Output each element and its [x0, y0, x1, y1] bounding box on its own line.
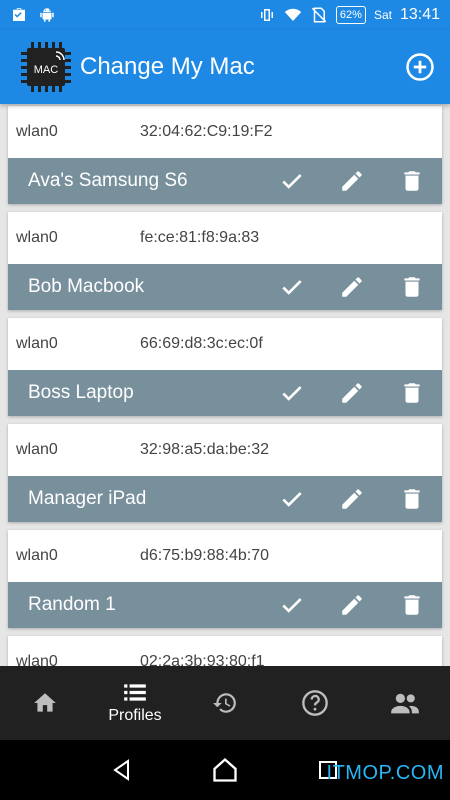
chip-logo-icon: MAC	[18, 39, 74, 95]
briefcase-check-icon	[13, 8, 25, 21]
wifi-icon	[284, 8, 302, 21]
watermark: ITMOP.COM	[326, 762, 444, 784]
profile-card-footer: Boss Laptop	[8, 370, 442, 416]
delete-profile-button[interactable]	[382, 370, 442, 416]
apply-profile-button[interactable]	[262, 158, 322, 204]
trash-icon	[404, 489, 420, 509]
trash-icon	[404, 171, 420, 191]
app-bar: MAC Change My Mac	[0, 30, 450, 104]
mac-address: 66:69:d8:3c:ec:0f	[140, 335, 263, 352]
check-icon	[282, 386, 302, 401]
check-icon	[282, 280, 302, 295]
status-day: Sat	[373, 8, 392, 22]
people-icon	[391, 693, 419, 714]
nav-help[interactable]	[270, 666, 360, 740]
mac-address: d6:75:b9:88:4b:70	[140, 547, 270, 564]
profile-card: wlan0 66:69:d8:3c:ec:0f Boss Laptop	[8, 318, 442, 416]
profile-name: Random 1	[28, 594, 116, 615]
pencil-icon	[342, 383, 362, 403]
status-time: 13:41	[399, 6, 440, 23]
delete-profile-button[interactable]	[382, 264, 442, 310]
apply-profile-button[interactable]	[262, 370, 322, 416]
profile-card-details: wlan0 32:98:a5:da:be:32	[8, 424, 442, 476]
add-profile-button[interactable]	[400, 47, 440, 87]
profile-card-details: wlan0 32:04:62:C9:19:F2	[8, 106, 442, 158]
nav-people[interactable]	[360, 666, 450, 740]
list-icon	[124, 684, 146, 701]
check-icon	[282, 492, 302, 507]
nav-history[interactable]	[180, 666, 270, 740]
edit-profile-button[interactable]	[322, 476, 382, 522]
status-bar: 62% Sat 13:41	[0, 0, 450, 30]
nav-home[interactable]	[0, 666, 90, 740]
apply-profile-button[interactable]	[262, 582, 322, 628]
profile-name: Manager iPad	[28, 488, 147, 509]
edit-profile-button[interactable]	[322, 158, 382, 204]
profile-name: Ava's Samsung S6	[28, 170, 188, 191]
profile-card: wlan0 32:04:62:C9:19:F2 Ava's Samsung S6	[8, 106, 442, 204]
interface-name: wlan0	[16, 123, 58, 140]
delete-profile-button[interactable]	[382, 582, 442, 628]
pencil-icon	[342, 595, 362, 615]
home-button[interactable]	[205, 750, 245, 790]
pencil-icon	[342, 489, 362, 509]
interface-name: wlan0	[16, 441, 58, 458]
edit-profile-button[interactable]	[322, 370, 382, 416]
profile-name: Boss Laptop	[28, 382, 134, 403]
trash-icon	[404, 277, 420, 297]
back-button[interactable]	[102, 750, 142, 790]
profile-card-footer: Ava's Samsung S6	[8, 158, 442, 204]
trash-icon	[404, 383, 420, 403]
mac-address: 32:98:a5:da:be:32	[140, 441, 270, 458]
home-outline-icon	[213, 757, 237, 782]
pencil-icon	[342, 171, 362, 191]
trash-icon	[404, 595, 420, 615]
profile-card: wlan0 d6:75:b9:88:4b:70 Random 1	[8, 530, 442, 628]
profile-list[interactable]: wlan0 32:04:62:C9:19:F2 Ava's Samsung S6…	[0, 104, 450, 666]
interface-name: wlan0	[16, 547, 58, 564]
svg-text:MAC: MAC	[34, 64, 59, 76]
home-icon	[34, 693, 56, 712]
add-circle-icon	[406, 53, 434, 81]
back-triangle-icon	[112, 759, 129, 781]
no-sim-icon	[311, 7, 327, 23]
help-icon	[302, 690, 328, 716]
profile-card-details: wlan0 02:2a:3b:93:80:f1	[8, 636, 442, 666]
interface-name: wlan0	[16, 653, 58, 666]
profile-card-details: wlan0 66:69:d8:3c:ec:0f	[8, 318, 442, 370]
edit-profile-button[interactable]	[322, 264, 382, 310]
delete-profile-button[interactable]	[382, 158, 442, 204]
apply-profile-button[interactable]	[262, 476, 322, 522]
check-icon	[282, 174, 302, 189]
interface-name: wlan0	[16, 229, 58, 246]
history-icon	[213, 693, 236, 713]
profile-card: wlan0 02:2a:3b:93:80:f1	[8, 636, 442, 666]
mac-address: fe:ce:81:f8:9a:83	[140, 229, 260, 246]
profile-card-footer: Random 1	[8, 582, 442, 628]
nav-profiles-label: Profiles	[108, 707, 162, 724]
profile-card-footer: Bob Macbook	[8, 264, 442, 310]
mac-address: 32:04:62:C9:19:F2	[140, 123, 273, 140]
check-icon	[282, 598, 302, 613]
app-title: Change My Mac	[80, 53, 255, 80]
profile-card: wlan0 32:98:a5:da:be:32 Manager iPad	[8, 424, 442, 522]
apply-profile-button[interactable]	[262, 264, 322, 310]
battery-indicator: 62%	[335, 6, 366, 24]
profile-name: Bob Macbook	[28, 276, 145, 297]
profile-card: wlan0 fe:ce:81:f8:9a:83 Bob Macbook	[8, 212, 442, 310]
android-icon	[40, 8, 54, 22]
interface-name: wlan0	[16, 335, 58, 352]
mac-address: 02:2a:3b:93:80:f1	[140, 653, 265, 666]
profile-card-details: wlan0 d6:75:b9:88:4b:70	[8, 530, 442, 582]
pencil-icon	[342, 277, 362, 297]
nav-profiles[interactable]: Profiles	[90, 666, 180, 740]
vibrate-icon	[260, 9, 273, 21]
edit-profile-button[interactable]	[322, 582, 382, 628]
profile-card-footer: Manager iPad	[8, 476, 442, 522]
profile-card-details: wlan0 fe:ce:81:f8:9a:83	[8, 212, 442, 264]
delete-profile-button[interactable]	[382, 476, 442, 522]
bottom-navigation: Profiles	[0, 666, 450, 740]
